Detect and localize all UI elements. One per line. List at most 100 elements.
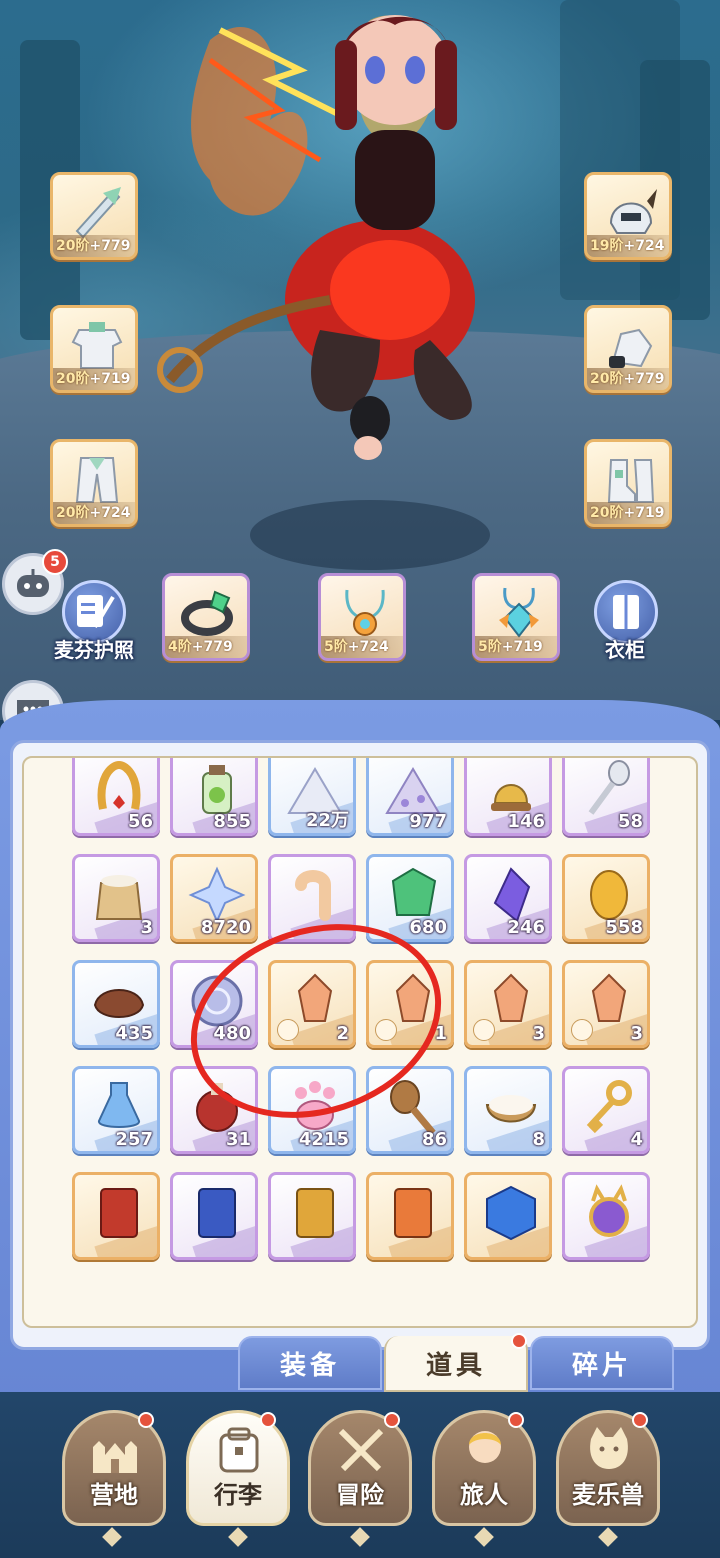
nav-camp-dot: [138, 1412, 154, 1428]
purple-crystal-icon: [493, 867, 531, 923]
blue-card-icon: [198, 1188, 236, 1238]
equip-level: 5阶: [324, 639, 348, 655]
equip-bonus: +724: [347, 639, 389, 655]
inventory-slot-flour-sack[interactable]: 3: [72, 854, 160, 942]
item-count: 3: [630, 1023, 643, 1044]
helmet-icon: [609, 189, 657, 234]
inventory-slot-fur-pelt[interactable]: 435: [72, 960, 160, 1048]
inventory-slot-blue-card[interactable]: [170, 1172, 258, 1260]
inventory-slot-blue-cube[interactable]: [464, 1172, 552, 1260]
inventory-slot-golden-bell[interactable]: 146: [464, 758, 552, 836]
item-count: 977: [409, 811, 447, 832]
item-count: 146: [507, 811, 545, 832]
inventory-slot-armor-crystal[interactable]: 3: [464, 960, 552, 1048]
item-count: 257: [115, 1129, 153, 1150]
item-count: 4215: [298, 1129, 349, 1150]
gloves-icon: [609, 328, 653, 368]
nav-label: 行李: [214, 1481, 262, 1509]
equip-bonus: +779: [623, 371, 665, 387]
purple-powder-pile-icon: [385, 767, 441, 814]
item-count: 558: [605, 917, 643, 938]
friends-badge: 5: [42, 549, 68, 575]
item-count: 56: [127, 811, 153, 832]
nav-label: 冒险: [336, 1481, 384, 1509]
gold-card-icon: [296, 1188, 334, 1238]
equip-slot-boots[interactable]: 20阶+719: [584, 439, 672, 527]
item-count: 86: [421, 1129, 447, 1150]
tab-fragments[interactable]: 碎片: [530, 1336, 674, 1390]
item-count: 22万: [305, 810, 349, 831]
character-shadow: [250, 500, 490, 570]
inventory-slot-red-card[interactable]: [72, 1172, 160, 1260]
equip-level: 5阶: [478, 639, 502, 655]
inventory-slot-cat-mirror[interactable]: [562, 1172, 650, 1260]
tab-equipment[interactable]: 装备: [238, 1336, 382, 1390]
nav-adventure-dot: [384, 1412, 400, 1428]
amulet-icon: [499, 587, 539, 638]
equip-bonus: +724: [623, 238, 665, 254]
inventory-slot-golden-key[interactable]: 4: [562, 1066, 650, 1154]
nav-camp[interactable]: 营地: [62, 1410, 166, 1526]
equip-slot-armor[interactable]: 20阶+719: [50, 305, 138, 393]
inventory-slot-boots-crystal[interactable]: 3: [562, 960, 650, 1048]
book-quill-icon: [77, 595, 115, 629]
equip-level: 20阶: [56, 238, 90, 254]
ring-icon: [181, 590, 233, 636]
nav-label: 营地: [90, 1481, 138, 1509]
nav-bag[interactable]: 行李: [186, 1410, 290, 1526]
orange-card-icon: [394, 1188, 432, 1238]
inventory-slot-purple-powder-pile[interactable]: 977: [366, 758, 454, 836]
equip-bonus: +779: [89, 238, 131, 254]
nav-label: 旅人: [460, 1481, 508, 1509]
inventory-slot-star-crystal[interactable]: 8720: [170, 854, 258, 942]
passport-label: 麦芬护照: [54, 638, 134, 662]
item-count: 3: [140, 917, 153, 938]
nav-pets[interactable]: 麦乐兽: [556, 1410, 660, 1526]
tab-items[interactable]: 道具: [384, 1336, 528, 1392]
inventory-slot-blue-potion[interactable]: 257: [72, 1066, 160, 1154]
equip-slot-pants[interactable]: 20阶+724: [50, 439, 138, 527]
nav-travelers[interactable]: 旅人: [432, 1410, 536, 1526]
equip-slot-necklace[interactable]: 5阶+724: [318, 573, 406, 661]
inventory-slot-potion-bottle[interactable]: 855: [170, 758, 258, 836]
armor-icon: [71, 322, 123, 369]
golden-egg-icon: [590, 870, 628, 920]
cat-mirror-icon: [589, 1184, 629, 1237]
character-avatar[interactable]: [150, 0, 530, 470]
inventory-slot-orange-card[interactable]: [366, 1172, 454, 1260]
item-count: 8: [532, 1129, 545, 1150]
star-crystal-icon: [188, 866, 246, 924]
item-count: 31: [225, 1129, 251, 1150]
inventory-slot-magic-spoon[interactable]: 58: [562, 758, 650, 836]
horseshoe-charm-icon: [97, 760, 141, 810]
inventory-slot-gold-card[interactable]: [268, 1172, 356, 1260]
green-gem-icon: [391, 867, 437, 916]
traveler-icon: [469, 1431, 501, 1463]
nav-adventure[interactable]: 冒险: [308, 1410, 412, 1526]
inventory-slot-white-powder-pile[interactable]: 22万: [268, 758, 356, 836]
equip-slot-weapon[interactable]: 20阶+779: [50, 172, 138, 260]
nav-pets-dot: [632, 1412, 648, 1428]
red-card-icon: [100, 1188, 138, 1238]
item-count: 4: [630, 1129, 643, 1150]
equip-level: 20阶: [56, 505, 90, 521]
nav-travelers-dot: [508, 1412, 524, 1428]
equipment-type-icon: [571, 1019, 593, 1041]
fur-pelt-icon: [93, 989, 145, 1018]
inventory-slot-purple-crystal[interactable]: 246: [464, 854, 552, 942]
equip-bonus: +719: [501, 639, 543, 655]
inventory-slot-golden-egg[interactable]: 558: [562, 854, 650, 942]
magic-spoon-icon: [588, 760, 630, 815]
equip-slot-ring[interactable]: 4阶+779: [162, 573, 250, 661]
equip-level: 20阶: [590, 505, 624, 521]
inventory-slot-rice-bowl[interactable]: 8: [464, 1066, 552, 1154]
wardrobe-icon: [613, 595, 639, 629]
inventory-slot-horseshoe-charm[interactable]: 56: [72, 758, 160, 836]
wardrobe-label: 衣柜: [605, 638, 645, 662]
equip-slot-helmet[interactable]: 19阶+724: [584, 172, 672, 260]
equip-level: 4阶: [168, 639, 192, 655]
equipment-type-icon: [473, 1019, 495, 1041]
equip-slot-amulet[interactable]: 5阶+719: [472, 573, 560, 661]
equip-slot-gloves[interactable]: 20阶+779: [584, 305, 672, 393]
equip-bonus: +724: [89, 505, 131, 521]
